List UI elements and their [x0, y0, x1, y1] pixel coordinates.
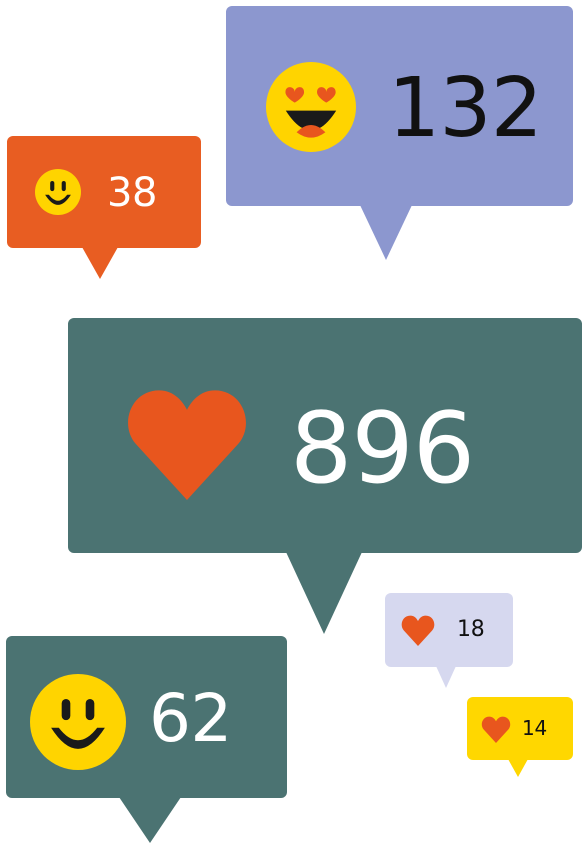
heart-icon: [481, 716, 511, 743]
orange-bubble: 38: [7, 136, 201, 248]
bubble-tail: [508, 759, 528, 777]
reaction-count: 132: [388, 61, 543, 156]
teal-small-bubble: 62: [6, 636, 287, 798]
bubble-tail: [82, 247, 118, 279]
reaction-count: 18: [457, 617, 485, 642]
purple-bubble: 132: [226, 6, 573, 206]
bubble-tail: [436, 666, 456, 688]
reaction-count: 14: [522, 716, 548, 740]
bubble-tail: [286, 552, 362, 634]
heart-icon: [401, 615, 435, 646]
bubble-tail: [119, 797, 181, 843]
smiley-emoji-icon: [35, 169, 81, 215]
bubble-tail: [360, 205, 412, 260]
smiley-emoji-icon: [30, 674, 126, 770]
reaction-count: 896: [290, 392, 475, 506]
lavender-bubble: 18: [385, 593, 513, 667]
teal-large-bubble: 896: [68, 318, 582, 553]
heart-eyes-emoji-icon: [266, 62, 356, 152]
reaction-count: 38: [107, 170, 158, 216]
reaction-count: 62: [149, 680, 232, 757]
yellow-bubble: 14: [467, 697, 573, 760]
heart-icon: [126, 388, 248, 500]
